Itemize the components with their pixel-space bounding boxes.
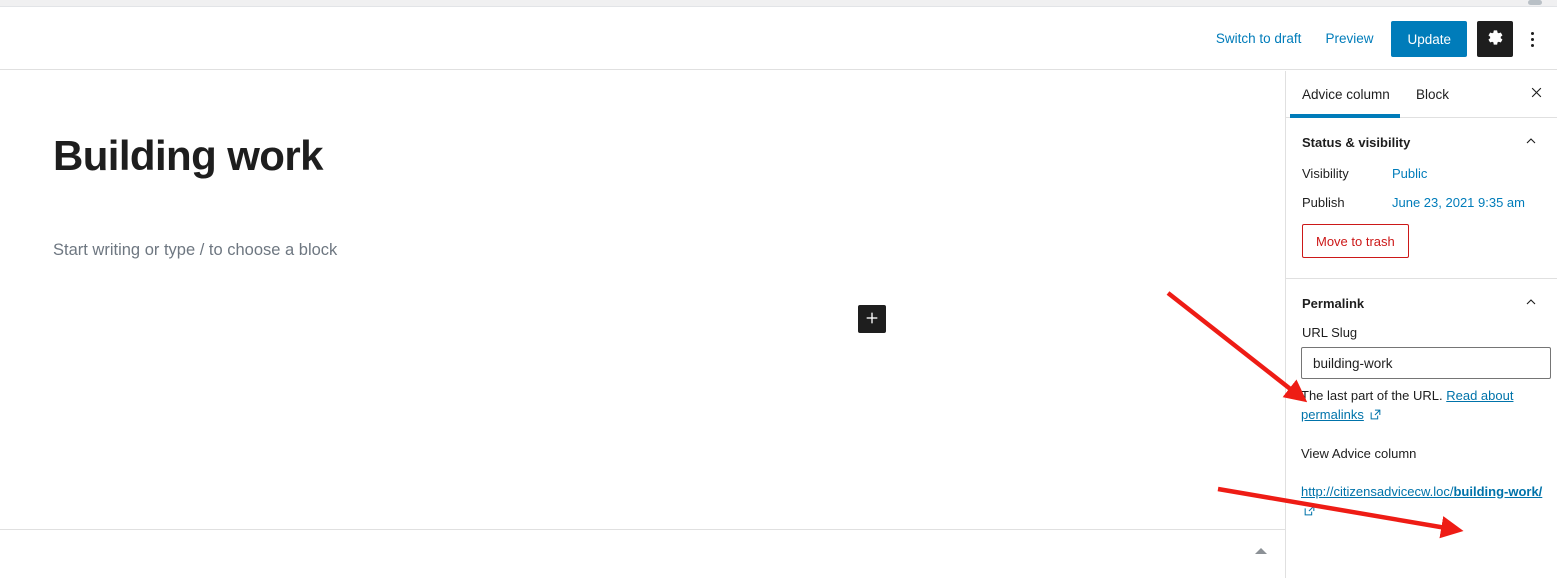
- permalink-base: http://citizensadvicecw.loc/: [1301, 483, 1454, 499]
- permalink-panel-title: Permalink: [1302, 295, 1365, 311]
- tab-advice-column[interactable]: Advice column: [1302, 71, 1390, 117]
- switch-to-draft-button[interactable]: Switch to draft: [1204, 24, 1314, 54]
- permalink-url-link[interactable]: http://citizensadvicecw.loc/building-wor…: [1286, 461, 1557, 523]
- status-visibility-panel: Status & visibility Visibility Public Pu…: [1286, 118, 1557, 279]
- plus-icon: [864, 310, 880, 329]
- permalink-help-text: The last part of the URL. Read about per…: [1286, 379, 1557, 427]
- close-sidebar-button[interactable]: [1523, 81, 1549, 107]
- paragraph-block-placeholder[interactable]: Start writing or type / to choose a bloc…: [53, 238, 337, 263]
- active-tab-indicator: [1290, 114, 1400, 118]
- gear-icon: [1487, 29, 1504, 49]
- editor-canvas[interactable]: Building work Start writing or type / to…: [0, 71, 1285, 530]
- visibility-value-button[interactable]: Public: [1392, 166, 1427, 181]
- close-icon: [1529, 85, 1544, 103]
- header-actions: Switch to draft Preview Update: [1204, 8, 1547, 70]
- url-slug-input[interactable]: [1301, 347, 1551, 379]
- move-to-trash-button[interactable]: Move to trash: [1302, 224, 1409, 258]
- visibility-label: Visibility: [1302, 166, 1349, 181]
- preview-button[interactable]: Preview: [1313, 24, 1385, 54]
- chevron-up-icon: [1523, 294, 1539, 313]
- publish-date-button[interactable]: June 23, 2021 9:35 am: [1392, 195, 1525, 210]
- publish-row: Publish June 23, 2021 9:35 am: [1286, 181, 1557, 210]
- editor-footer-bar: [0, 530, 1285, 578]
- page-title[interactable]: Building work: [53, 132, 323, 179]
- permalink-panel-collapse-button[interactable]: [1521, 293, 1541, 313]
- permalink-panel: Permalink URL Slug The last part of the …: [1286, 279, 1557, 522]
- sidebar-tab-bar: Advice column Block: [1286, 71, 1557, 118]
- permalink-panel-header[interactable]: Permalink: [1286, 279, 1557, 313]
- add-block-button[interactable]: [858, 305, 886, 333]
- view-post-label: View Advice column: [1301, 445, 1417, 461]
- url-slug-label: URL Slug: [1302, 325, 1358, 340]
- publish-label: Publish: [1302, 195, 1345, 210]
- permalink-help-prefix: The last part of the URL.: [1301, 388, 1447, 403]
- kebab-menu-icon: [1530, 37, 1534, 41]
- status-panel-collapse-button[interactable]: [1521, 132, 1541, 152]
- status-panel-title: Status & visibility: [1302, 134, 1411, 150]
- kebab-menu-icon: [1530, 31, 1534, 35]
- wordpress-block-editor: Switch to draft Preview Update Building …: [0, 0, 1557, 578]
- caret-up-icon[interactable]: [1255, 548, 1267, 554]
- scrollbar-thumb[interactable]: [1528, 0, 1542, 5]
- editor-header-toolbar: Switch to draft Preview Update: [0, 8, 1557, 70]
- chevron-up-icon: [1523, 133, 1539, 152]
- more-options-button[interactable]: [1517, 21, 1547, 57]
- update-button[interactable]: Update: [1391, 21, 1467, 57]
- admin-top-strip: [0, 0, 1557, 7]
- tab-block[interactable]: Block: [1416, 71, 1449, 117]
- status-panel-header[interactable]: Status & visibility: [1286, 118, 1557, 152]
- permalink-slug: building-work/: [1453, 483, 1543, 499]
- external-link-icon: [1303, 504, 1316, 523]
- kebab-menu-icon: [1530, 43, 1534, 47]
- visibility-row: Visibility Public: [1286, 152, 1557, 181]
- external-link-icon: [1369, 408, 1382, 427]
- settings-button[interactable]: [1477, 21, 1513, 57]
- settings-sidebar: Advice column Block Status & visibility: [1285, 71, 1557, 578]
